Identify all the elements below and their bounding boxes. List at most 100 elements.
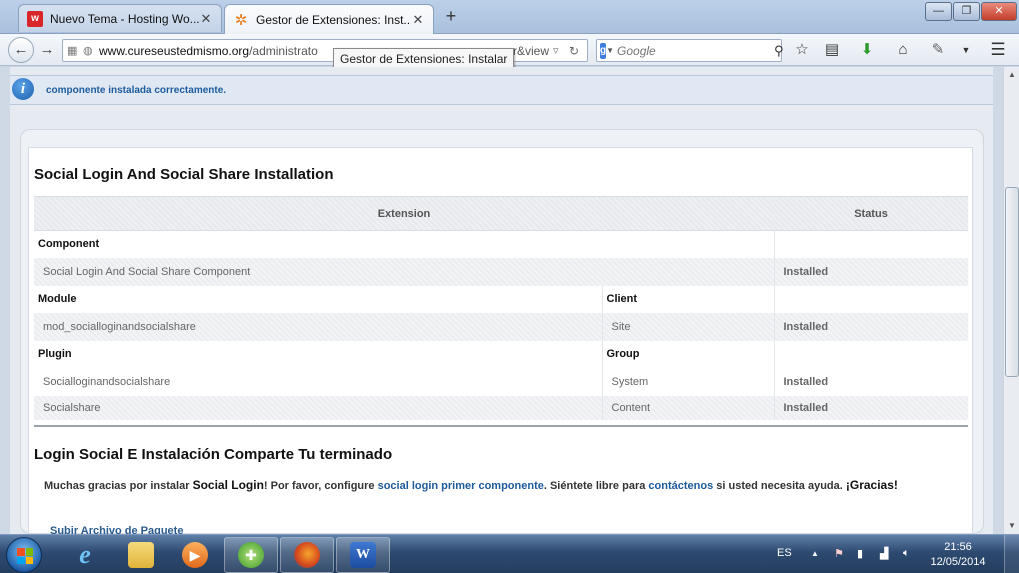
status-badge: Installed	[774, 312, 968, 341]
tab-label: Nuevo Tema - Hosting Wo...	[50, 11, 199, 26]
internet-explorer-taskbar-button[interactable]: e	[58, 537, 112, 573]
extension-group: System	[602, 367, 775, 396]
column-header-extension: Extension	[34, 196, 774, 231]
media-player-taskbar-button[interactable]: ▶	[168, 537, 222, 573]
thanks-text-3: . Siéntete libre para	[543, 480, 649, 492]
firefox-taskbar-button[interactable]	[280, 537, 334, 573]
clock-time: 21:56	[944, 541, 972, 553]
configure-component-link[interactable]: social login primer componente	[378, 480, 544, 492]
folder-icon	[128, 542, 154, 568]
info-icon: i	[12, 78, 34, 100]
tab-label: Gestor de Extensiones: Inst...	[256, 12, 411, 27]
group-header-group: Group	[602, 340, 775, 368]
battery-icon[interactable]: ▮	[857, 547, 863, 560]
installation-title: Social Login And Social Share Installati…	[34, 166, 334, 183]
browser-titlebar: w Nuevo Tema - Hosting Wo... ✕ ✲ Gestor …	[0, 0, 1019, 34]
clock-date: 12/05/2014	[930, 556, 986, 568]
status-badge: Installed	[774, 257, 968, 286]
extension-table: Extension Status Component Social Login …	[34, 196, 968, 427]
thanks-text-2: ! Por favor, configure	[263, 480, 378, 492]
volume-icon[interactable]: 🔈︎	[903, 547, 910, 560]
tab-close-icon[interactable]: ✕	[411, 12, 425, 28]
new-tab-button[interactable]: +	[441, 6, 461, 26]
network-icon[interactable]: ▟	[880, 547, 888, 560]
engine-dropdown-icon[interactable]: ▼	[606, 46, 614, 55]
extension-client: Site	[602, 312, 775, 341]
extension-name: Social Login And Social Share Component	[34, 257, 775, 286]
contact-link[interactable]: contáctenos	[648, 480, 713, 492]
brand-name: Social Login	[192, 478, 264, 492]
firefox-icon	[294, 542, 320, 568]
search-input[interactable]	[614, 43, 775, 58]
bookmarks-list-icon[interactable]: ▤	[822, 40, 842, 60]
group-header-module: Module	[34, 285, 603, 313]
word-icon: W	[350, 542, 376, 568]
bookmark-star-icon[interactable]: ☆	[792, 40, 812, 60]
url-path: /administrato	[249, 43, 318, 58]
status-badge: Installed	[774, 395, 968, 420]
scroll-up-icon[interactable]: ▲	[1004, 67, 1019, 83]
action-center-icon[interactable]: ⚑	[834, 547, 844, 560]
message-text: componente instalada correctamente.	[46, 85, 227, 96]
thanks-text-4: si usted necesita ayuda.	[713, 480, 846, 492]
windows-logo-icon	[17, 548, 33, 564]
table-row: Socialloginandsocialshare System Install…	[34, 367, 968, 396]
dropdown-arrow-icon[interactable]: ▿	[553, 44, 569, 57]
thanks-message: Muchas gracias por instalar Social Login…	[44, 478, 898, 492]
search-bar[interactable]: g ▼ ⚲	[596, 39, 784, 62]
hosting-favicon-icon: w	[27, 10, 43, 27]
table-row: mod_socialloginandsocialshare Site Insta…	[34, 312, 968, 341]
tab-gestor-extensiones[interactable]: ✲ Gestor de Extensiones: Inst... ✕	[224, 4, 434, 34]
joomla-favicon-icon: ✲	[234, 11, 248, 29]
extension-name: mod_socialloginandsocialshare	[34, 312, 603, 341]
green-app-icon: ✚	[238, 542, 264, 568]
table-row: Socialshare Content Installed	[34, 395, 968, 420]
addon-icon[interactable]: ✎	[928, 40, 948, 60]
globe-icon: ◍	[83, 45, 93, 57]
group-row-plugin: Plugin Group	[34, 340, 968, 368]
menu-icon[interactable]: ☰	[988, 40, 1008, 60]
url-host: www.cureseustedmismo.org	[99, 43, 250, 58]
language-indicator[interactable]: ES	[777, 547, 792, 559]
green-app-taskbar-button[interactable]: ✚	[224, 537, 278, 573]
file-explorer-taskbar-button[interactable]	[114, 537, 168, 573]
window-maximize-button[interactable]: ❐	[953, 2, 980, 21]
scroll-thumb[interactable]	[1005, 187, 1019, 377]
system-message: i componente instalada correctamente.	[10, 75, 993, 105]
system-clock[interactable]: 21:56 12/05/2014	[930, 540, 986, 570]
extension-name: Socialloginandsocialshare	[34, 367, 603, 396]
group-header-plugin: Plugin	[34, 340, 603, 368]
reload-icon[interactable]: ↻	[569, 44, 587, 58]
download-icon[interactable]: ⬇	[857, 40, 877, 60]
search-icon[interactable]: ⚲	[774, 43, 784, 59]
forward-button[interactable]: →	[36, 39, 58, 61]
group-header-client: Client	[602, 285, 775, 313]
site-identity-icon[interactable]: ▦	[67, 44, 83, 57]
group-row-module: Module Client	[34, 285, 968, 313]
home-icon[interactable]: ⌂	[893, 40, 913, 60]
tab-nuevo-tema[interactable]: w Nuevo Tema - Hosting Wo... ✕	[18, 4, 222, 32]
start-button[interactable]	[6, 537, 42, 573]
page-scrollbar[interactable]: ▲ ▼	[1003, 67, 1019, 534]
table-footer-rule	[34, 419, 968, 427]
group-header-component: Component	[34, 230, 775, 258]
extension-name: Socialshare	[34, 395, 603, 420]
addon-dropdown-icon[interactable]: ▼	[956, 40, 976, 60]
windows-taskbar: e ▶ ✚ W ES ▲ ⚑ ▮ ▟ 🔈︎ 21:56 12/05/2014	[0, 534, 1019, 573]
status-badge: Installed	[783, 375, 829, 388]
back-button[interactable]: ←	[8, 37, 34, 63]
internet-explorer-icon: e	[79, 540, 91, 569]
window-close-button[interactable]: ✕	[981, 2, 1017, 21]
extension-group: Content	[602, 395, 775, 420]
media-player-icon: ▶	[182, 542, 208, 568]
window-minimize-button[interactable]: —	[925, 2, 952, 21]
table-row: Social Login And Social Share Component …	[34, 257, 968, 286]
show-desktop-button[interactable]	[1004, 535, 1019, 573]
tab-close-icon[interactable]: ✕	[199, 11, 213, 27]
scroll-down-icon[interactable]: ▼	[1004, 518, 1019, 534]
word-taskbar-button[interactable]: W	[336, 537, 390, 573]
group-row-component: Component	[34, 230, 968, 258]
thanks-closing: ¡Gracias!	[845, 478, 898, 492]
completion-title: Login Social E Instalación Comparte Tu t…	[34, 446, 393, 463]
tray-expand-icon[interactable]: ▲	[811, 549, 819, 558]
